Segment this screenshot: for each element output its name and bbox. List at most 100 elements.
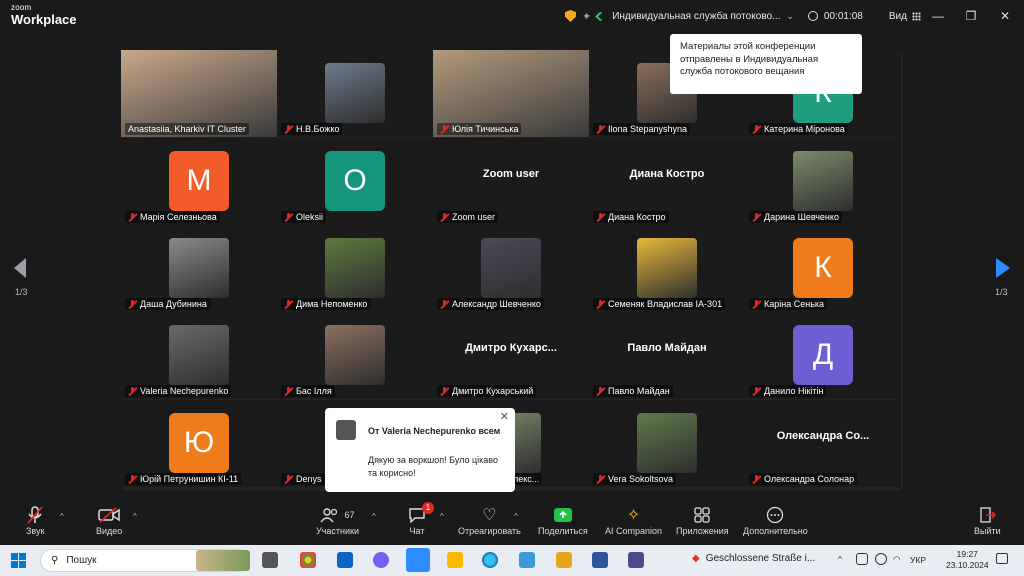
participant-video <box>637 413 697 473</box>
input-language[interactable]: УКР <box>910 555 926 565</box>
more-button[interactable]: Дополнительно <box>743 504 808 536</box>
close-icon[interactable]: ✕ <box>500 410 509 423</box>
logo-workplace-text: Workplace <box>11 12 77 27</box>
participant-name-label: Zoom user <box>437 211 499 223</box>
chat-sender: От Valeria Nechepurenko всем <box>368 426 501 436</box>
participant-name-label: Anastasiia, Kharkiv IT Cluster <box>125 123 249 135</box>
participant-tile[interactable]: Д Данило Нікітін <box>745 312 901 399</box>
participant-tile[interactable]: Олександра Со... Олександра Солонар <box>745 400 901 487</box>
video-button[interactable]: Видео <box>96 504 122 536</box>
participant-tile[interactable]: Н.В.Божко <box>277 50 433 137</box>
wifi-icon[interactable]: ◠ <box>893 554 900 565</box>
tray-battery-icon[interactable] <box>875 553 887 565</box>
audio-button[interactable]: Звук <box>26 504 44 536</box>
participant-tile[interactable]: Vera Sokoltsova <box>589 400 745 487</box>
participant-tile[interactable]: Дима Непоменко <box>277 225 433 312</box>
chat-button[interactable]: 1 Чат <box>408 502 434 536</box>
participant-tile[interactable]: Павло Майдан Павло Майдан <box>589 312 745 399</box>
participant-tile[interactable]: Диана Костро Диана Костро <box>589 138 745 225</box>
close-button[interactable]: ✕ <box>990 6 1020 26</box>
chrome-icon[interactable] <box>300 552 316 568</box>
mic-muted-icon <box>128 474 137 484</box>
notification-center-icon[interactable] <box>996 553 1008 564</box>
participant-tile[interactable]: Александр Шевченко <box>433 225 589 312</box>
participant-avatar: К <box>793 238 853 298</box>
participant-tile[interactable]: Zoom user Zoom user <box>433 138 589 225</box>
participant-tile[interactable]: Дмитро Кухарс... Дмитро Кухарський <box>433 312 589 399</box>
participant-name-label: Диана Костро <box>593 211 669 223</box>
prev-page-arrow-icon[interactable] <box>14 258 28 278</box>
participant-name-label: Юрій Петрунишин КІ-11 <box>125 473 242 485</box>
next-page-arrow-icon[interactable] <box>996 258 1010 278</box>
view-button[interactable]: Вид <box>889 11 921 22</box>
video-options-caret-icon[interactable]: ^ <box>133 512 137 521</box>
participants-icon: 67 <box>320 504 355 526</box>
clock-icon <box>807 11 818 21</box>
task-view-icon[interactable] <box>262 552 278 568</box>
participant-video <box>325 63 385 123</box>
photos-icon[interactable] <box>628 552 644 568</box>
viber-icon[interactable] <box>373 552 389 568</box>
word-icon[interactable] <box>592 552 608 568</box>
participant-tile[interactable]: К Каріна Сенька <box>745 225 901 312</box>
participant-tile[interactable]: Юлія Тичинська <box>433 50 589 137</box>
meeting-toolbar: Звук ^ Видео ^ 67 Участники ^ 1 Чат ^ ♡ … <box>0 500 1024 545</box>
participants-button[interactable]: 67 Участники <box>316 504 359 536</box>
leave-button[interactable]: Выйти <box>974 504 1001 536</box>
react-label: Отреагировать <box>458 526 521 536</box>
audio-options-caret-icon[interactable]: ^ <box>60 512 64 521</box>
stream-title[interactable]: Индивидуальная служба потоково... <box>612 11 780 22</box>
participant-display-name: Диана Костро <box>629 168 705 180</box>
security-shield-icon[interactable] <box>565 10 576 22</box>
participant-tile[interactable]: O Oleksii <box>277 138 433 225</box>
sender-avatar <box>336 420 356 440</box>
more-icon <box>766 504 784 526</box>
participants-caret-icon[interactable]: ^ <box>372 512 376 521</box>
windows-start-icon[interactable] <box>11 553 26 568</box>
stream-tooltip: Материалы этой конференции отправлены в … <box>670 34 862 94</box>
restore-button[interactable]: ❐ <box>956 6 986 26</box>
participant-tile[interactable]: Даша Дубинина <box>121 225 277 312</box>
search-highlight-image[interactable] <box>196 550 250 571</box>
zoom-taskbar-icon[interactable] <box>406 548 430 572</box>
clock[interactable]: 19:27 23.10.2024 <box>946 549 989 571</box>
react-button[interactable]: ♡ Отреагировать <box>458 504 521 536</box>
share-button[interactable]: Поделиться <box>538 504 588 536</box>
weather-notification[interactable]: ◆ Geschlossene Straße i... <box>692 553 815 564</box>
mail-icon[interactable] <box>337 552 353 568</box>
ai-companion-button[interactable]: ✧ AI Companion <box>605 504 662 536</box>
tray-app-icon[interactable] <box>856 553 868 565</box>
participant-name: Марія Селезньова <box>140 212 217 222</box>
chat-notification-popup[interactable]: ✕ От Valeria Nechepurenko всем Дякую за … <box>325 408 515 492</box>
participant-tile[interactable]: Бас Ілля <box>277 312 433 399</box>
participant-tile[interactable]: Семеняк Владислав ІА-301 <box>589 225 745 312</box>
participant-display-name: Zoom user <box>482 168 540 180</box>
participant-name-label: Даша Дубинина <box>125 298 210 310</box>
react-caret-icon[interactable]: ^ <box>514 512 518 521</box>
participant-video <box>325 238 385 298</box>
explorer-icon[interactable] <box>447 552 463 568</box>
participant-tile[interactable]: Valeria Nechepurenko <box>121 312 277 399</box>
participant-avatar: O <box>325 151 385 211</box>
store-icon[interactable] <box>519 552 535 568</box>
ai-sparkle-icon[interactable]: ✦ <box>582 10 591 23</box>
participant-name-label: Катерина Міронова <box>749 123 848 135</box>
tray-chevron-icon[interactable]: ^ <box>838 554 842 564</box>
participant-tile[interactable]: Дарина Шевченко <box>745 138 901 225</box>
mic-muted-icon <box>284 474 293 484</box>
folder-icon[interactable] <box>556 552 572 568</box>
participant-tile[interactable]: Anastasiia, Kharkiv IT Cluster <box>121 50 277 137</box>
participant-name-label: Александр Шевченко <box>437 298 544 310</box>
chevron-down-icon[interactable]: ⌄ <box>786 11 794 22</box>
edge-icon[interactable] <box>482 552 498 568</box>
chat-caret-icon[interactable]: ^ <box>440 512 444 521</box>
mic-muted-icon <box>284 386 293 396</box>
participant-tile[interactable]: Ю Юрій Петрунишин КІ-11 <box>121 400 277 487</box>
participant-name-label: Ilona Stepanyshyna <box>593 123 691 135</box>
minimize-button[interactable]: — <box>923 6 953 26</box>
mic-muted-icon <box>284 124 293 134</box>
page-indicator-left: 1/3 <box>15 287 28 297</box>
apps-button[interactable]: Приложения <box>676 504 729 536</box>
participant-tile[interactable]: М Марія Селезньова <box>121 138 277 225</box>
participants-label: Участники <box>316 526 359 536</box>
